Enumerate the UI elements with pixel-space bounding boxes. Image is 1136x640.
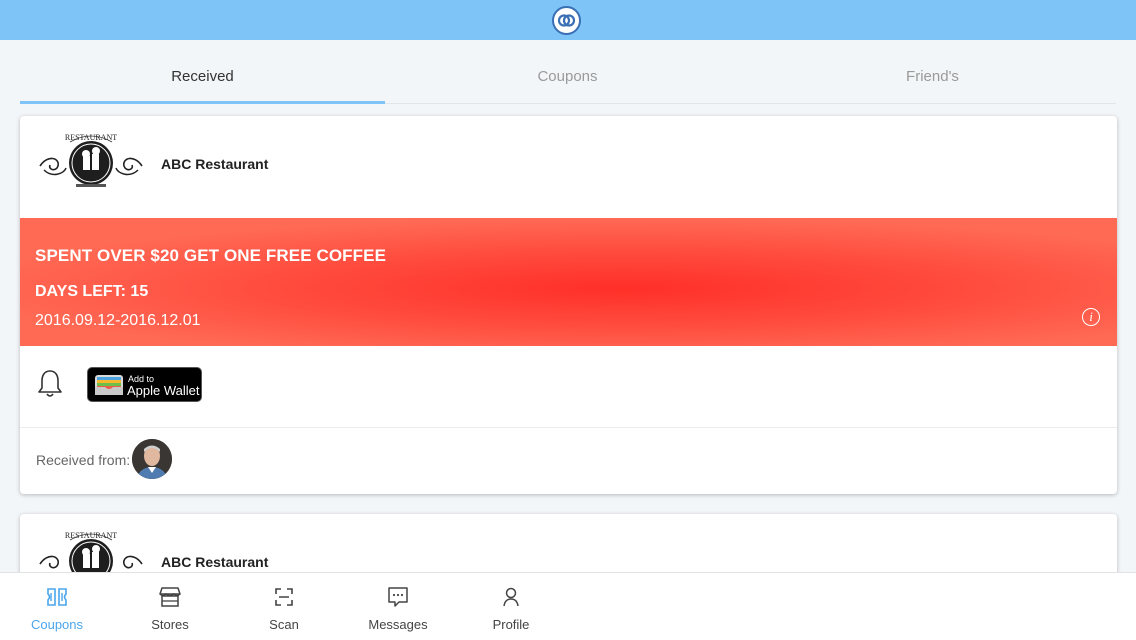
svg-text:RESTAURANT: RESTAURANT bbox=[65, 133, 117, 142]
nav-messages[interactable]: Messages bbox=[348, 573, 448, 640]
nav-label: Stores bbox=[151, 617, 189, 632]
received-from-label: Received from: bbox=[36, 452, 131, 468]
days-left: DAYS LEFT: 15 bbox=[35, 283, 149, 300]
nav-label: Profile bbox=[492, 617, 530, 632]
wallet-icon bbox=[95, 375, 123, 395]
add-to-apple-wallet-button[interactable]: Add to Apple Wallet bbox=[87, 367, 202, 402]
store-name: ABC Restaurant bbox=[161, 554, 269, 570]
date-range: 2016.09.12-2016.12.01 bbox=[35, 312, 201, 329]
wallet-big-label: Apple Wallet bbox=[127, 383, 200, 398]
profile-icon bbox=[503, 587, 519, 607]
active-tab-indicator bbox=[20, 101, 385, 104]
nav-profile[interactable]: Profile bbox=[461, 573, 561, 640]
sender-avatar[interactable] bbox=[132, 439, 172, 479]
linked-rings-icon bbox=[552, 6, 581, 35]
bottom-navigation: Coupons Stores Scan Messages Profile bbox=[0, 572, 1136, 640]
bell-icon[interactable] bbox=[36, 368, 64, 398]
coupon-banner[interactable]: SPENT OVER $20 GET ONE FREE COFFEE DAYS … bbox=[20, 218, 1117, 346]
messages-icon bbox=[388, 587, 408, 607]
coupon-card[interactable]: RESTAURANT ABC Restaurant SPENT OVER $20… bbox=[20, 116, 1117, 494]
tab-received[interactable]: Received bbox=[20, 56, 385, 104]
tab-bar: Received Coupons Friend's bbox=[20, 56, 1116, 104]
coupon-title: SPENT OVER $20 GET ONE FREE COFFEE bbox=[35, 246, 387, 265]
nav-label: Messages bbox=[368, 617, 428, 632]
scan-icon bbox=[275, 588, 293, 606]
nav-scan[interactable]: Scan bbox=[234, 573, 334, 640]
nav-coupons[interactable]: Coupons bbox=[7, 573, 107, 640]
divider bbox=[20, 427, 1117, 428]
tab-coupons[interactable]: Coupons bbox=[385, 56, 750, 104]
nav-label: Coupons bbox=[30, 617, 84, 632]
coupons-icon bbox=[47, 588, 67, 606]
top-bar bbox=[0, 0, 1136, 40]
nav-stores[interactable]: Stores bbox=[120, 573, 220, 640]
tab-friends[interactable]: Friend's bbox=[750, 56, 1115, 104]
nav-label: Scan bbox=[269, 617, 299, 632]
store-icon bbox=[159, 587, 181, 607]
store-name: ABC Restaurant bbox=[161, 156, 269, 172]
svg-text:RESTAURANT: RESTAURANT bbox=[65, 531, 117, 540]
restaurant-logo: RESTAURANT bbox=[36, 130, 146, 192]
info-icon[interactable]: i bbox=[1082, 308, 1100, 326]
